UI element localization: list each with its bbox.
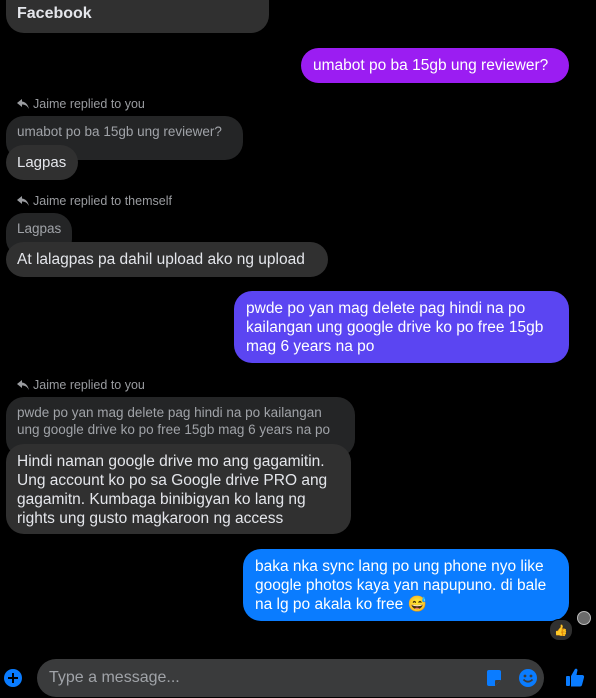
thumbs-up-reaction-icon: 👍 [554,624,568,637]
header-title-bubble: Facebook [6,0,269,33]
like-button[interactable] [564,666,586,688]
reply-label-text: Jaime replied to themself [33,194,172,208]
reply-arrow-icon [17,196,29,206]
reaction-badge[interactable]: 👍 [549,619,573,641]
chat-header-title: Facebook [17,5,92,22]
message-input[interactable] [49,659,469,697]
emoji-icon [519,669,537,687]
add-button[interactable] [4,669,22,687]
message-text: Lagpas [17,154,67,171]
incoming-message[interactable]: Lagpas [6,145,78,180]
message-text: At lalagpas pa dahil upload ako ng uploa… [17,251,305,268]
quoted-text: pwde po yan mag delete pag hindi na po k… [17,405,330,437]
outgoing-message[interactable]: baka nka sync lang po ung phone nyo like… [243,549,569,621]
quoted-text: Lagpas [17,221,62,236]
emoji-button[interactable] [518,668,538,688]
message-text: Hindi naman google drive mo ang gagamiti… [17,453,328,527]
message-text: pwde po yan mag delete pag hindi na po k… [246,300,544,355]
sticker-button[interactable] [485,669,503,687]
outgoing-message[interactable]: umabot po ba 15gb ung reviewer? [301,48,569,83]
reply-label: Jaime replied to you [17,97,145,111]
seen-avatar-icon [577,611,591,625]
reply-label-text: Jaime replied to you [33,97,145,111]
add-icon [4,669,22,687]
quoted-text: umabot po ba 15gb ung reviewer? [17,124,222,139]
incoming-message[interactable]: At lalagpas pa dahil upload ako ng uploa… [6,242,328,277]
reply-arrow-icon [17,99,29,109]
reply-label-text: Jaime replied to you [33,378,145,392]
sticker-icon [487,670,501,686]
reply-label: Jaime replied to you [17,378,145,392]
message-text: umabot po ba 15gb ung reviewer? [313,57,549,74]
outgoing-message[interactable]: pwde po yan mag delete pag hindi na po k… [234,291,569,363]
incoming-message[interactable]: Hindi naman google drive mo ang gagamiti… [6,444,351,534]
message-text: baka nka sync lang po ung phone nyo like… [255,558,547,613]
message-composer [37,659,544,697]
reply-arrow-icon [17,380,29,390]
thumbs-up-icon [566,668,585,687]
reply-label: Jaime replied to themself [17,194,172,208]
